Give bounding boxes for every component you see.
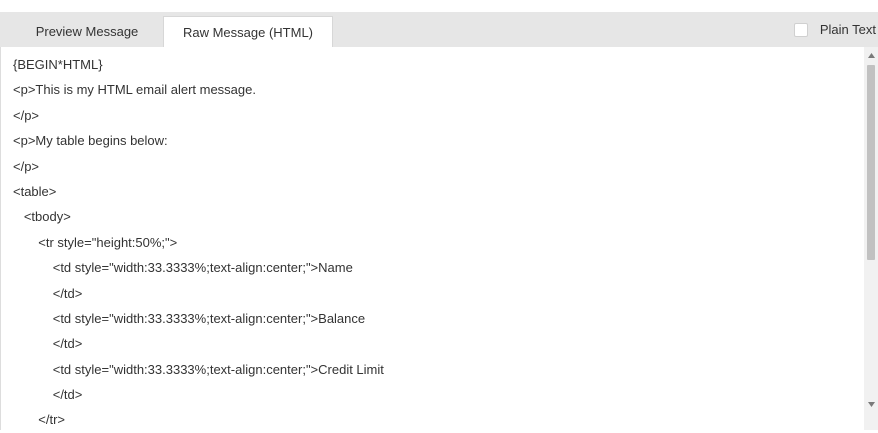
plain-text-label: Plain Text <box>819 22 876 37</box>
code-line: </td> <box>13 285 83 301</box>
scroll-down-icon[interactable] <box>864 396 878 412</box>
code-line: <p>This is my HTML email alert message. <box>13 82 256 98</box>
code-line: <td style="width:33.3333%;text-align:cen… <box>13 361 384 377</box>
tab-raw-message-html[interactable]: Raw Message (HTML) <box>163 16 333 47</box>
code-line: </tr> <box>13 412 66 428</box>
raw-html-code: {BEGIN*HTML} <p>This is my HTML email ale… <box>13 52 858 433</box>
code-line: <td style="width:33.3333%;text-align:cen… <box>13 310 366 326</box>
code-line: </p> <box>13 158 40 174</box>
plain-text-checkbox[interactable] <box>793 22 808 37</box>
code-line: <p>My table begins below: <box>13 133 168 149</box>
code-line: {BEGIN*HTML} <box>13 57 103 72</box>
code-line: </p> <box>13 107 40 123</box>
vertical-scrollbar[interactable] <box>864 47 878 430</box>
code-line: <table> <box>13 183 57 199</box>
plain-text-toggle[interactable]: Plain Text <box>793 12 878 47</box>
code-line: <tbody> <box>13 209 71 225</box>
code-line: </td> <box>13 387 83 403</box>
code-line: <tr style="height:50%;"> <box>13 234 178 250</box>
tab-preview-message[interactable]: Preview Message <box>17 16 157 47</box>
code-line: </td> <box>13 336 83 352</box>
scroll-up-icon[interactable] <box>864 47 878 63</box>
raw-message-panel: {BEGIN*HTML} <p>This is my HTML email ale… <box>0 47 878 430</box>
message-viewer: Preview Message Raw Message (HTML) Plain… <box>0 0 878 430</box>
scroll-thumb[interactable] <box>867 65 875 260</box>
tab-bar: Preview Message Raw Message (HTML) Plain… <box>0 12 878 47</box>
code-line: <td style="width:33.3333%;text-align:cen… <box>13 260 353 276</box>
